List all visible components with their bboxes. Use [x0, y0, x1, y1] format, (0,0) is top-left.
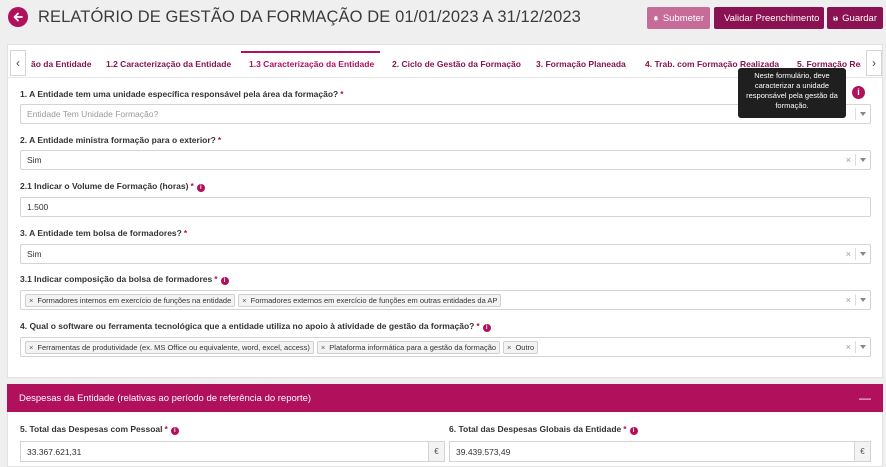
euro-icon: € [854, 442, 870, 461]
q5-input[interactable]: 33.367.621,31 € [20, 441, 445, 462]
bell-icon [653, 15, 659, 21]
chip-remove-icon[interactable]: × [507, 343, 511, 352]
tab-scroll-left-icon[interactable]: ‹ [10, 50, 26, 76]
submit-button[interactable]: Submeter [647, 7, 710, 29]
header: RELATÓRIO DE GESTÃO DA FORMAÇÃO DE 01/01… [0, 0, 886, 36]
tab-formacao-planeada[interactable]: 3. Formação Planeada [536, 59, 626, 69]
info-icon[interactable]: i [629, 427, 638, 435]
q3-label: 3. A Entidade tem bolsa de formadores? * [20, 228, 188, 238]
q21-value: 1.500 [27, 202, 49, 212]
back-arrow-icon[interactable] [8, 7, 28, 27]
chip-remove-icon[interactable]: × [29, 343, 33, 352]
tab-ciclo-gestao[interactable]: 2. Ciclo de Gestão da Formação [392, 59, 521, 69]
q21-input[interactable]: 1.500 [20, 197, 871, 217]
info-icon[interactable]: i [196, 184, 205, 192]
chip-remove-icon[interactable]: × [321, 343, 325, 352]
info-icon[interactable]: i [220, 277, 229, 285]
chevron-down-icon [860, 298, 866, 302]
info-icon[interactable]: i [170, 427, 179, 435]
despesas-section-header[interactable]: Despesas da Entidade (relativas ao perío… [7, 384, 883, 412]
q4-label: 4. Qual o software ou ferramenta tecnoló… [20, 321, 491, 332]
clear-icon[interactable]: × [846, 155, 851, 165]
clear-icon[interactable]: × [846, 342, 851, 352]
selected-chip: × Outro [503, 340, 539, 354]
q4-multiselect[interactable]: × Ferramentas de produtividade (ex. MS Of… [20, 337, 871, 357]
q2-select[interactable]: Sim × [20, 150, 871, 170]
q6-value: 39.439.573,49 [456, 446, 511, 457]
clear-icon[interactable]: × [846, 295, 851, 305]
validate-label: Validar Preenchimento [724, 12, 820, 24]
chevron-down-icon [860, 112, 866, 116]
info-icon[interactable]: i [482, 324, 491, 332]
page-title: RELATÓRIO DE GESTÃO DA FORMAÇÃO DE 01/01… [38, 8, 581, 26]
q5-value: 33.367.621,31 [27, 446, 82, 457]
floppy-disk-icon [833, 15, 838, 21]
euro-icon: € [428, 442, 444, 461]
selected-chip: × Formadores externos em exercício de fun… [238, 293, 502, 307]
tab-caracterizacao-1-3[interactable]: 1.3 Caracterização da Entidade [249, 59, 374, 69]
active-tab-indicator [241, 51, 380, 53]
save-button[interactable]: Guardar [827, 7, 883, 29]
selected-chip: × Formadores internos em exercício de fun… [25, 293, 236, 307]
save-label: Guardar [842, 12, 877, 24]
collapse-icon[interactable]: — [859, 391, 871, 405]
chip-remove-icon[interactable]: × [242, 296, 246, 305]
q3-select[interactable]: Sim × [20, 244, 871, 264]
page: RELATÓRIO DE GESTÃO DA FORMAÇÃO DE 01/01… [0, 0, 886, 467]
q2-label: 2. A Entidade ministra formação para o e… [20, 135, 222, 145]
info-icon[interactable]: i [852, 86, 865, 99]
q31-label: 3.1 Indicar composição da bolsa de forma… [20, 274, 229, 285]
despesas-section-body: 5. Total das Despesas com Pessoal * i 33.3… [7, 412, 883, 467]
help-tooltip: Neste formulário, deve caracterizar a un… [738, 68, 846, 118]
selected-chip: × Ferramentas de produtividade (ex. MS Of… [25, 340, 314, 354]
chip-remove-icon[interactable]: × [29, 296, 33, 305]
q3-value: Sim [27, 249, 42, 259]
clear-icon[interactable]: × [846, 249, 851, 259]
tab-caracterizacao-1-2[interactable]: 1.2 Caracterização da Entidade [106, 59, 231, 69]
despesas-title: Despesas da Entidade (relativas ao perío… [19, 392, 312, 404]
chevron-down-icon [860, 158, 866, 162]
validate-button[interactable]: Validar Preenchimento [714, 7, 824, 29]
q1-placeholder: Entidade Tem Unidade Formação? [27, 109, 159, 119]
submit-label: Submeter [662, 12, 704, 24]
q2-value: Sim [27, 155, 42, 165]
q1-label: 1. A Entidade tem uma unidade específica… [20, 89, 344, 99]
chevron-down-icon [860, 252, 866, 256]
chevron-down-icon [860, 345, 866, 349]
q31-multiselect[interactable]: × Formadores internos em exercício de fun… [20, 290, 871, 310]
tab-identificacao[interactable]: ão da Entidade [31, 59, 91, 69]
tab-scroll-right-icon[interactable]: › [866, 50, 882, 76]
selected-chip: × Plataforma informática para a gestão da… [316, 340, 501, 354]
q5-label: 5. Total das Despesas com Pessoal * i [20, 424, 179, 435]
q21-label: 2.1 Indicar o Volume de Formação (horas)… [20, 181, 205, 192]
q6-label: 6. Total das Despesas Globais da Entidad… [449, 424, 638, 435]
q6-input[interactable]: 39.439.573,49 € [449, 441, 871, 462]
